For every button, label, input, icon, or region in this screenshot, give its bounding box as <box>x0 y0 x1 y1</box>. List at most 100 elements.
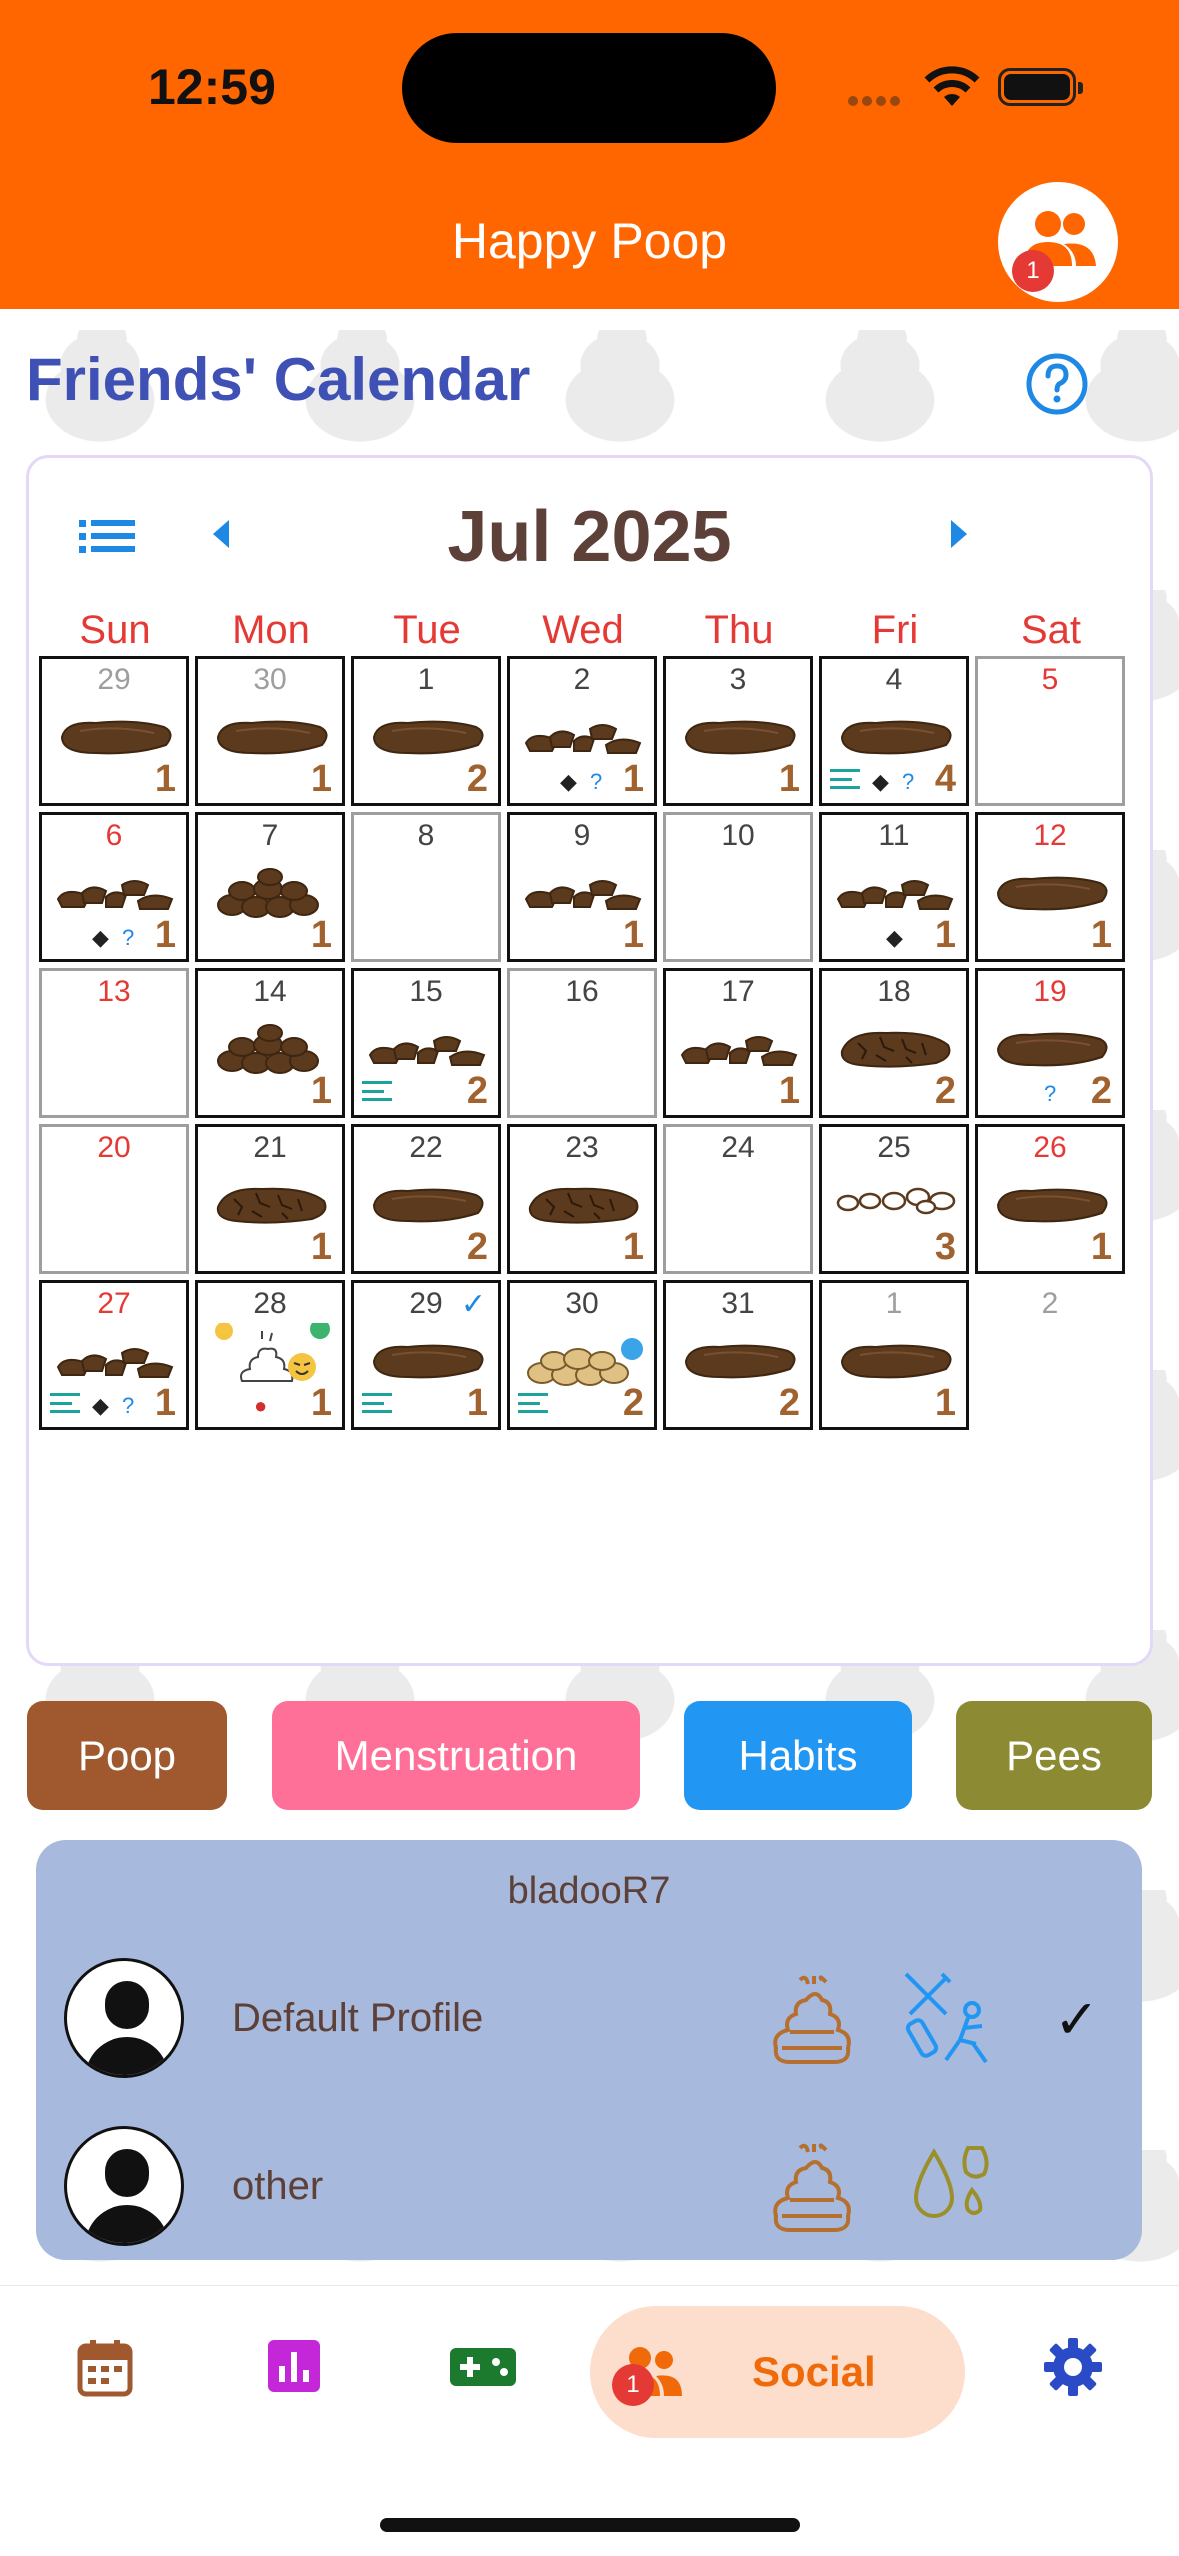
calendar-day-cell[interactable]: 17 1 <box>663 968 813 1118</box>
calendar-day-cell[interactable]: 71 <box>195 812 345 962</box>
day-number: 8 <box>417 819 435 852</box>
friends-button[interactable]: 1 <box>998 182 1118 302</box>
month-label: Jul 2025 <box>447 497 732 577</box>
calendar-card: Jul 2025 Sun Mon Tue Wed Thu Fri Sat 29 1 30 1 1 2 2… <box>26 455 1153 1666</box>
calendar-day-cell[interactable]: 26 1 <box>975 1124 1125 1274</box>
filter-menstruation-button[interactable]: Menstruation <box>272 1701 640 1810</box>
poop-count: 2 <box>778 1382 800 1424</box>
day-number: 13 <box>97 975 131 1008</box>
day-number: 5 <box>1041 663 1059 696</box>
poop-count: 1 <box>466 1382 488 1424</box>
calendar-day-cell[interactable]: 30 1 <box>195 656 345 806</box>
calendar-day-cell[interactable]: 11 <box>819 1280 969 1430</box>
calendar-day-cell[interactable]: 31 2 <box>663 1280 813 1430</box>
filter-pees-button[interactable]: Pees <box>956 1701 1152 1810</box>
profile-name: other <box>232 2164 324 2208</box>
calendar-day-cell[interactable]: 24 <box>663 1124 813 1274</box>
poop-count: 1 <box>1090 1226 1112 1268</box>
poop-count: 2 <box>622 1382 644 1424</box>
poop-count: 2 <box>466 1070 488 1112</box>
calendar-day-cell[interactable]: 11 ◆ 1 <box>819 812 969 962</box>
signal-icon <box>848 93 904 106</box>
day-number: 29 <box>97 663 131 696</box>
poop-icon <box>773 1975 851 2064</box>
day-number: 10 <box>721 819 755 852</box>
calendar-day-cell[interactable]: 27 ◆? 1 <box>39 1280 189 1430</box>
poop-count: 1 <box>934 914 956 956</box>
stats-icon[interactable] <box>266 2338 322 2394</box>
weekday-wed: Wed <box>542 608 624 652</box>
calendar-day-cell[interactable]: 29 ✓ 1 <box>351 1280 501 1430</box>
poop-count: 3 <box>934 1226 956 1268</box>
calendar-day-cell[interactable]: 2 <box>975 1280 1125 1430</box>
calendar-day-cell[interactable]: 13 <box>39 968 189 1118</box>
weekday-tue: Tue <box>393 608 461 652</box>
calendar-day-cell[interactable]: 18 2 <box>819 968 969 1118</box>
day-number: 25 <box>877 1131 911 1164</box>
poop-count: 2 <box>466 1226 488 1268</box>
calendar-day-cell[interactable]: 15 2 <box>351 968 501 1118</box>
game-icon[interactable] <box>448 2344 518 2390</box>
settings-icon[interactable] <box>1042 2336 1104 2398</box>
filter-poop-button[interactable]: Poop <box>27 1701 227 1810</box>
checkmark-icon: ✓ <box>460 1288 486 1321</box>
calendar-day-cell[interactable]: 5 <box>975 656 1125 806</box>
calendar-day-cell[interactable]: 20 <box>39 1124 189 1274</box>
friend-username: bladooR7 <box>507 1870 671 1912</box>
selected-check-icon: ✓ <box>1054 1990 1100 2050</box>
day-number: 2 <box>1041 1287 1059 1320</box>
calendar-day-cell[interactable]: 30 2 <box>507 1280 657 1430</box>
app-screen: 12:59 Happy Poop 1 Friends' Calendar Jul… <box>0 0 1179 2556</box>
weekday-sat: Sat <box>1020 608 1082 652</box>
calendar-day-cell[interactable]: 23 1 <box>507 1124 657 1274</box>
poop-count: 1 <box>622 914 644 956</box>
profile-row-other[interactable]: other <box>36 2108 1142 2258</box>
day-number: 31 <box>721 1287 755 1320</box>
app-header: 12:59 Happy Poop 1 <box>0 0 1179 309</box>
weekday-fri: Fri <box>871 608 919 652</box>
avatar <box>64 2126 184 2246</box>
poop-count: 1 <box>778 1070 800 1112</box>
calendar-day-cell[interactable]: 29 1 <box>39 656 189 806</box>
nav-social-tab[interactable]: 1 Social <box>590 2306 965 2438</box>
day-number: 1 <box>885 1287 903 1320</box>
calendar-day-cell[interactable]: 4 ◆? 4 <box>819 656 969 806</box>
day-number: 15 <box>409 975 443 1008</box>
day-number: 16 <box>565 975 599 1008</box>
day-number: 30 <box>253 663 287 696</box>
question-icon: ? <box>902 769 915 794</box>
poop-pellets-icon <box>836 1179 966 1224</box>
poop-count: 1 <box>622 1226 644 1268</box>
day-number: 26 <box>1033 1131 1067 1164</box>
poop-count: 1 <box>154 1382 176 1424</box>
calendar-day-cell[interactable]: 28 ● 1 <box>195 1280 345 1430</box>
calendar-day-cell[interactable]: 19? 2 <box>975 968 1125 1118</box>
day-number: 23 <box>565 1131 599 1164</box>
calendar-day-cell[interactable]: 12 1 <box>975 812 1125 962</box>
calendar-icon[interactable] <box>76 2338 134 2398</box>
question-icon: ? <box>122 1393 135 1418</box>
calendar-day-cell[interactable]: 12 <box>351 656 501 806</box>
calendar-day-cell[interactable]: 16 <box>507 968 657 1118</box>
next-month-button[interactable] <box>951 520 967 548</box>
day-number: 2 <box>573 663 591 696</box>
day-number: 4 <box>885 663 903 696</box>
calendar-day-cell[interactable]: 22 2 <box>351 1124 501 1274</box>
profile-row-default[interactable]: Default Profile ✓ <box>36 1940 1142 2090</box>
poop-count: 1 <box>310 1382 332 1424</box>
calendar-day-cell[interactable]: 21 1 <box>195 1124 345 1274</box>
calendar-day-cell[interactable]: 91 <box>507 812 657 962</box>
skunk-icon: ◆ <box>92 925 109 950</box>
weekday-thu: Thu <box>704 608 774 652</box>
notes-icon <box>50 1393 80 1413</box>
calendar-day-cell[interactable]: 25 3 <box>819 1124 969 1274</box>
calendar-day-cell[interactable]: 10 <box>663 812 813 962</box>
calendar-day-cell[interactable]: 14 1 <box>195 968 345 1118</box>
calendar-day-cell[interactable]: 2 ◆? 1 <box>507 656 657 806</box>
calendar-day-cell[interactable]: 8 <box>351 812 501 962</box>
filter-habits-button[interactable]: Habits <box>684 1701 912 1810</box>
calendar-day-cell[interactable]: 6 ◆? 1 <box>39 812 189 962</box>
day-number: 3 <box>729 663 747 696</box>
calendar-day-cell[interactable]: 31 <box>663 656 813 806</box>
help-icon[interactable] <box>1025 352 1089 416</box>
